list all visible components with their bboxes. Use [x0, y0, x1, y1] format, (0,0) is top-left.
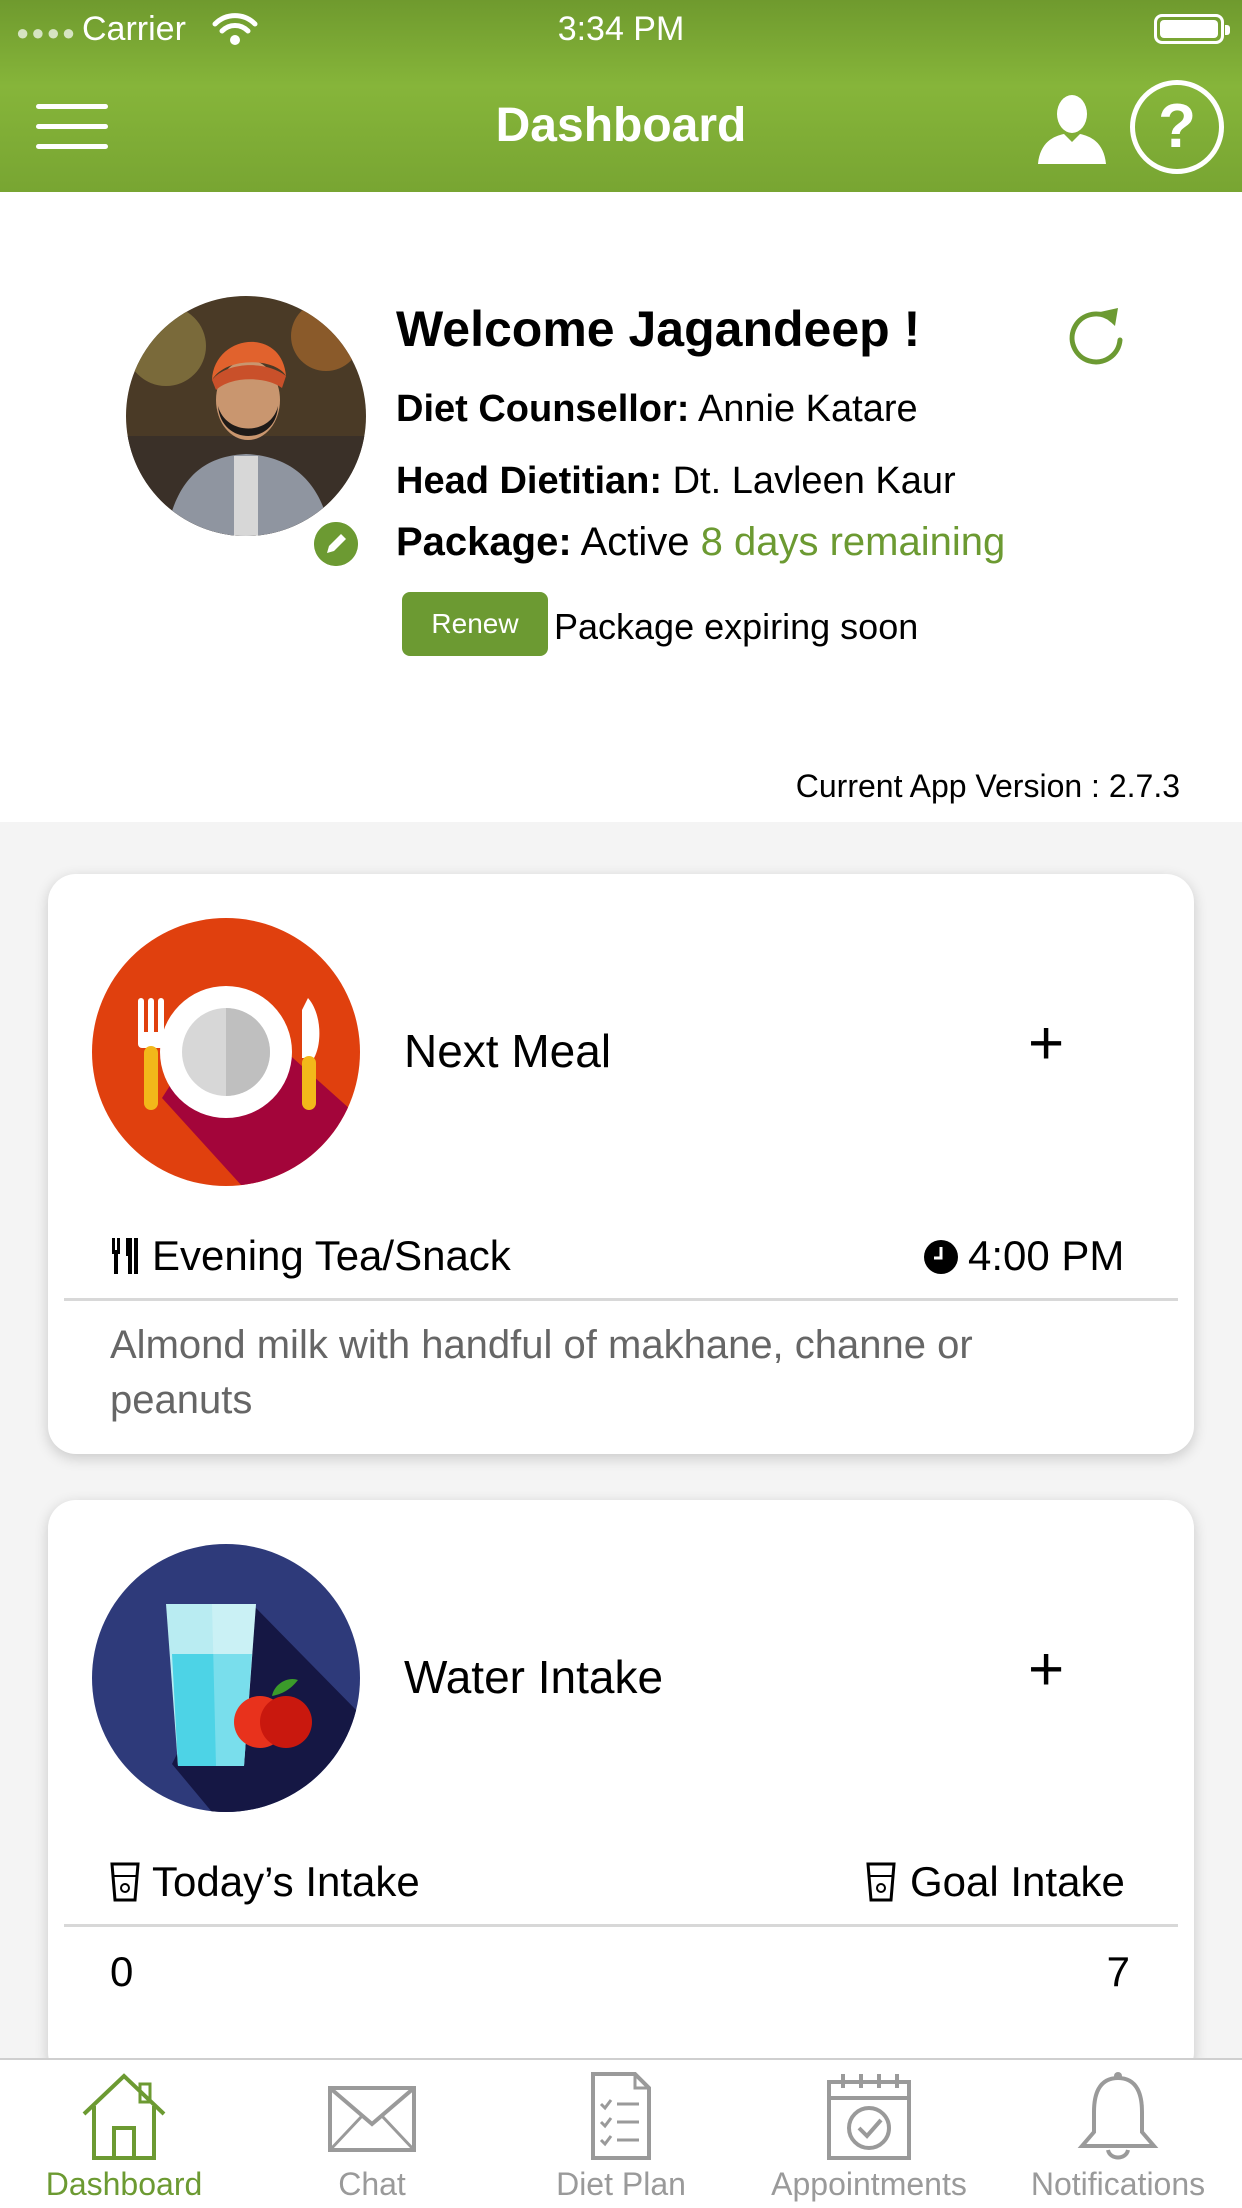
calendar-check-icon — [827, 2074, 911, 2160]
tab-label: Appointments — [771, 2166, 967, 2202]
counsellor-name: Annie Katare — [697, 388, 918, 430]
package-line: Package: Active 8 days remaining — [396, 520, 1005, 565]
tab-label: Diet Plan — [556, 2166, 686, 2202]
tab-notifications[interactable]: Notifications — [994, 2070, 1242, 2208]
tab-dashboard[interactable]: Dashboard — [0, 2070, 248, 2208]
tab-label: Chat — [338, 2166, 406, 2202]
goal-intake-label: Goal Intake — [910, 1858, 1125, 1905]
refresh-icon[interactable] — [1060, 298, 1130, 370]
glass-icon — [866, 1862, 896, 1902]
home-icon — [82, 2073, 166, 2160]
meal-time: 4:00 PM — [968, 1232, 1125, 1279]
cutlery-icon — [112, 1238, 138, 1274]
app-version: Current App Version : 2.7.3 — [795, 768, 1180, 804]
tab-appointments[interactable]: Appointments — [745, 2070, 993, 2208]
meal-name: Evening Tea/Snack — [152, 1232, 511, 1279]
water-intake-title: Water Intake — [404, 1651, 664, 1703]
package-status: Active — [580, 520, 690, 564]
package-label: Package: — [396, 520, 572, 564]
welcome-heading: Welcome Jagandeep ! — [396, 301, 921, 357]
meal-description: Almond milk with handful of makhane, cha… — [110, 1323, 973, 1422]
avatar[interactable] — [126, 296, 366, 536]
add-water-button[interactable]: + — [1028, 1634, 1064, 1705]
help-icon[interactable]: ? — [1130, 80, 1224, 174]
checklist-icon — [591, 2072, 651, 2160]
edit-profile-icon[interactable] — [314, 522, 358, 566]
renew-button[interactable]: Renew — [402, 592, 548, 656]
glass-icon — [110, 1862, 140, 1902]
dietitian-name: Dt. Lavleen Kaur — [672, 460, 956, 502]
water-glass-icon — [92, 1544, 360, 1812]
tab-chat[interactable]: Chat — [248, 2070, 496, 2208]
divider — [64, 1298, 1178, 1301]
app-header: ●●●● Carrier 3:34 PM Dashboard ? — [0, 0, 1242, 192]
clock-icon — [924, 1240, 958, 1274]
package-remaining: 8 days remaining — [700, 520, 1006, 564]
next-meal-card[interactable]: Next Meal + Evening Tea/Snack 4:00 PM Al… — [48, 874, 1194, 1454]
bell-icon — [1077, 2072, 1159, 2160]
water-intake-card[interactable]: Water Intake + Today’s Intake Goal Intak… — [48, 1500, 1194, 2080]
goal-intake-value: 7 — [1106, 1948, 1130, 1995]
today-intake-label: Today’s Intake — [152, 1858, 420, 1905]
battery-icon — [1154, 14, 1230, 44]
counsellor-line: Diet Counsellor: Annie Katare — [396, 388, 918, 431]
tab-label: Dashboard — [45, 2166, 203, 2202]
tab-label: Notifications — [1030, 2166, 1206, 2202]
mail-icon — [328, 2086, 416, 2152]
tab-bar: Dashboard Chat Diet Plan Appointments No… — [0, 2058, 1242, 2208]
add-meal-button[interactable]: + — [1028, 1008, 1064, 1079]
status-time: 3:34 PM — [557, 10, 685, 48]
divider — [64, 1924, 1178, 1927]
status-bar: ●●●● Carrier 3:34 PM — [0, 0, 1242, 60]
dietitian-line: Head Dietitian: Dt. Lavleen Kaur — [396, 460, 956, 503]
meal-plate-icon — [92, 918, 360, 1186]
counsellor-label: Diet Counsellor: — [396, 388, 690, 430]
next-meal-title: Next Meal — [404, 1025, 612, 1077]
profile-icon[interactable] — [1034, 90, 1110, 166]
tab-diet-plan[interactable]: Diet Plan — [497, 2070, 745, 2208]
dietitian-label: Head Dietitian: — [396, 460, 663, 502]
today-intake-value: 0 — [110, 1948, 134, 1995]
expiring-text: Package expiring soon — [554, 606, 919, 647]
